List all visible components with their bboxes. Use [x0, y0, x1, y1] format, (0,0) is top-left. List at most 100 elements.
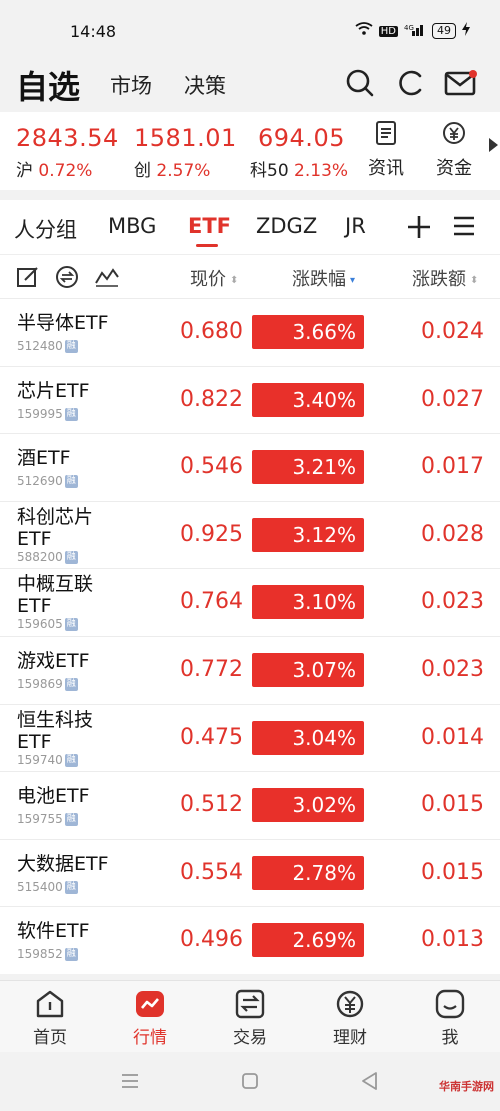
etf-name-line2: ETF — [17, 730, 52, 753]
back-icon[interactable] — [360, 1071, 378, 1095]
etf-code: 159740 融 — [17, 752, 78, 767]
list-item[interactable]: 恒生科技 ETF 159740 融 0.475 3.04% 0.014 — [0, 703, 500, 772]
nav-trade[interactable]: 交易 — [210, 989, 290, 1048]
margin-badge: 融 — [64, 948, 78, 962]
current-price: 0.772 — [180, 656, 243, 682]
margin-badge: 融 — [64, 677, 78, 691]
change-amount: 0.027 — [421, 386, 484, 412]
refresh-icon[interactable] — [394, 67, 426, 99]
signal-icon: 4G — [404, 22, 426, 40]
scroll-right-icon[interactable] — [489, 138, 498, 152]
current-price: 0.546 — [180, 454, 243, 480]
etf-name: 软件ETF — [17, 920, 90, 943]
margin-badge: 融 — [64, 550, 78, 564]
margin-badge: 融 — [64, 618, 78, 632]
chart-toggle-icon[interactable] — [94, 265, 120, 293]
tab-etf[interactable]: ETF — [188, 214, 231, 238]
column-chg[interactable]: 涨跌额 ⬍ — [412, 265, 478, 291]
etf-name-line2: ETF — [17, 595, 52, 618]
system-nav-bar — [0, 1052, 500, 1111]
current-price: 0.925 — [180, 521, 243, 547]
svg-text:4G: 4G — [404, 24, 414, 32]
change-percent-badge[interactable]: 2.69% — [252, 923, 364, 958]
change-amount: 0.013 — [421, 927, 484, 953]
etf-code: 159852 融 — [17, 947, 78, 962]
change-percent-badge[interactable]: 3.12% — [252, 517, 364, 552]
exchange-icon[interactable] — [55, 265, 79, 293]
index-sh[interactable]: 2843.54 沪 0.72% — [16, 124, 119, 181]
nav-wealth[interactable]: 理财 — [310, 989, 390, 1048]
tab-group-manage[interactable]: 人分组 — [14, 214, 77, 244]
etf-code: 159605 融 — [17, 617, 78, 632]
etf-name: 中概互联 — [17, 573, 94, 596]
list-item[interactable]: 游戏ETF 159869 融 0.772 3.07% 0.023 — [0, 635, 500, 704]
change-percent-badge[interactable]: 3.10% — [252, 585, 364, 620]
current-price: 0.496 — [180, 927, 243, 953]
etf-list: 半导体ETF 512480 融 0.680 3.66% 0.024 芯片ETF 159995 融… — [0, 298, 500, 974]
nav-market[interactable]: 行情 — [110, 989, 190, 1048]
tab-watchlist[interactable]: 自选 — [16, 62, 80, 108]
yuan-icon — [336, 990, 364, 1018]
funds-button[interactable]: 资金 — [430, 120, 478, 180]
group-tabs: 人分组 MBG ETF ZDGZ JR — [0, 200, 500, 254]
hd-icon: HD — [378, 25, 398, 37]
change-percent-badge[interactable]: 2.78% — [252, 855, 364, 890]
trade-icon — [235, 989, 265, 1019]
nav-home[interactable]: 首页 — [10, 989, 90, 1048]
change-percent-badge[interactable]: 3.07% — [252, 652, 364, 687]
edit-icon[interactable] — [16, 265, 40, 293]
active-tab-indicator — [196, 244, 218, 247]
mail-icon[interactable] — [444, 67, 477, 99]
column-header: 现价 ⬍ 涨跌幅 ▾ 涨跌额 ⬍ — [0, 254, 500, 298]
etf-code: 159755 融 — [17, 812, 78, 827]
top-nav: 自选 市场 决策 — [0, 58, 500, 108]
list-item[interactable]: 芯片ETF 159995 融 0.822 3.40% 0.027 — [0, 365, 500, 434]
home-button-icon[interactable] — [241, 1072, 259, 1094]
etf-code: 512690 融 — [17, 474, 78, 489]
tab-jr[interactable]: JR — [345, 214, 366, 238]
tab-market[interactable]: 市场 — [110, 70, 152, 100]
change-percent-badge[interactable]: 3.02% — [252, 788, 364, 823]
bottom-nav: 首页 行情 交易 理财 我 — [0, 980, 500, 1052]
tab-zdgz[interactable]: ZDGZ — [256, 214, 317, 238]
index-cy[interactable]: 1581.01 创 2.57% — [134, 124, 237, 181]
column-price[interactable]: 现价 ⬍ — [190, 265, 238, 291]
etf-name: 酒ETF — [17, 447, 71, 470]
change-amount: 0.028 — [421, 521, 484, 547]
list-item[interactable]: 半导体ETF 512480 融 0.680 3.66% 0.024 — [0, 298, 500, 366]
wifi-icon — [355, 22, 373, 40]
change-percent-badge[interactable]: 3.66% — [252, 315, 364, 349]
news-button[interactable]: 资讯 — [362, 120, 410, 180]
column-pct[interactable]: 涨跌幅 ▾ — [292, 265, 355, 291]
list-item[interactable]: 酒ETF 512690 融 0.546 3.21% 0.017 — [0, 433, 500, 501]
margin-badge: 融 — [64, 753, 78, 767]
battery-icon: 49 — [432, 23, 456, 39]
nav-me[interactable]: 我 — [410, 989, 490, 1048]
etf-code: 159995 融 — [17, 406, 78, 421]
change-amount: 0.017 — [421, 454, 484, 480]
list-item[interactable]: 大数据ETF 515400 融 0.554 2.78% 0.015 — [0, 838, 500, 907]
sort-icon: ⬍ — [470, 274, 479, 286]
menu-icon[interactable] — [452, 214, 476, 242]
tab-mbg[interactable]: MBG — [108, 214, 156, 238]
margin-badge: 融 — [64, 813, 78, 827]
change-amount: 0.015 — [421, 792, 484, 818]
add-icon[interactable] — [406, 214, 432, 244]
list-item[interactable]: 中概互联 ETF 159605 融 0.764 3.10% 0.023 — [0, 568, 500, 636]
margin-badge: 融 — [64, 880, 78, 894]
change-percent-badge[interactable]: 3.21% — [252, 450, 364, 485]
tab-strategy[interactable]: 决策 — [184, 70, 226, 100]
index-kc50[interactable]: 694.05 科50 2.13% — [250, 124, 348, 181]
list-item[interactable]: 电池ETF 159755 融 0.512 3.02% 0.015 — [0, 771, 500, 839]
search-icon[interactable] — [344, 67, 376, 99]
change-amount: 0.014 — [421, 724, 484, 750]
list-item[interactable]: 科创芯片 ETF 588200 融 0.925 3.12% 0.028 — [0, 500, 500, 569]
list-item[interactable]: 软件ETF 159852 融 0.496 2.69% 0.013 — [0, 906, 500, 974]
change-amount: 0.023 — [421, 656, 484, 682]
margin-badge: 融 — [64, 340, 78, 353]
etf-name: 游戏ETF — [17, 649, 90, 672]
change-percent-badge[interactable]: 3.04% — [252, 720, 364, 755]
change-percent-badge[interactable]: 3.40% — [252, 382, 364, 417]
recent-apps-icon[interactable] — [120, 1072, 140, 1094]
smile-icon — [435, 989, 465, 1019]
